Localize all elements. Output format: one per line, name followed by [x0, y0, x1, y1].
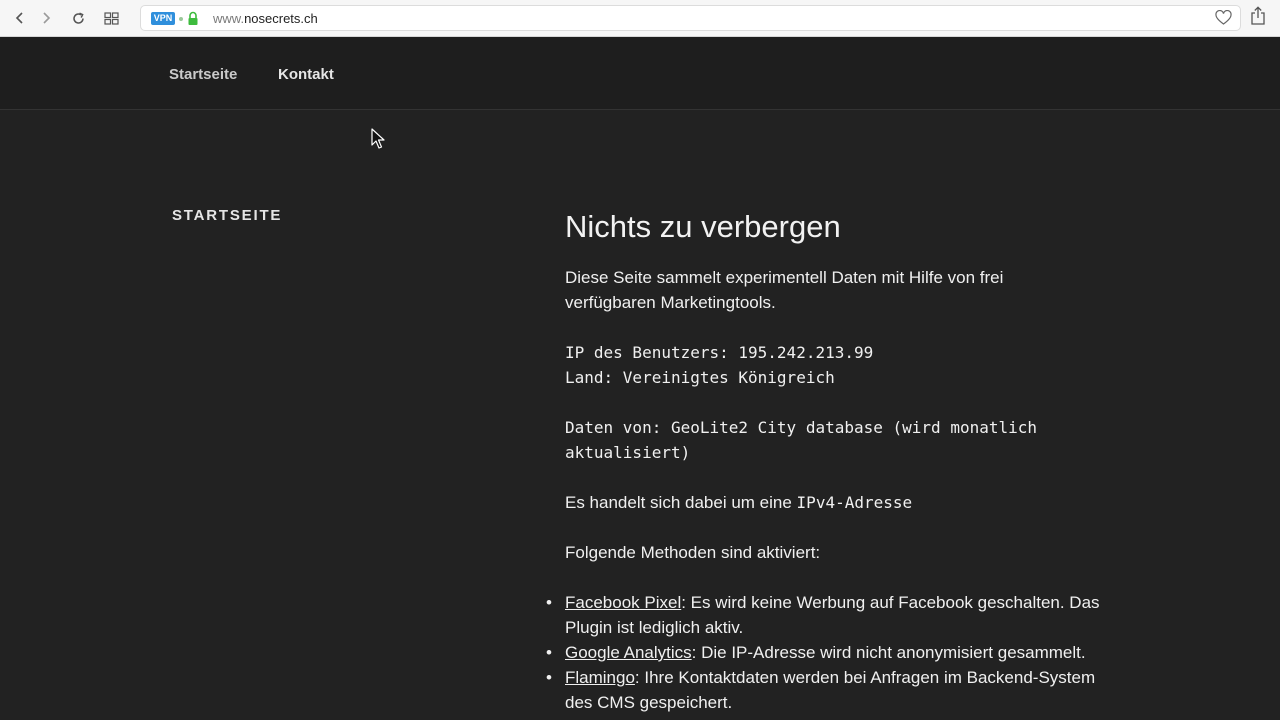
- list-item: Google Analytics: Die IP-Adresse wird ni…: [546, 640, 1125, 665]
- ip-version-text: Es handelt sich dabei um eine IPv4-Adres…: [565, 490, 1125, 515]
- methods-list: Facebook Pixel: Es wird keine Werbung au…: [546, 590, 1125, 715]
- methods-title: Folgende Methoden sind aktiviert:: [565, 543, 821, 562]
- country-text: Land: Vereinigtes Königreich: [565, 368, 835, 387]
- list-item: Flamingo: Ihre Kontaktdaten werden bei A…: [546, 665, 1125, 715]
- facebook-pixel-link[interactable]: Facebook Pixel: [565, 593, 681, 612]
- reload-icon[interactable]: [66, 6, 90, 30]
- section-title: STARTSEITE: [172, 207, 283, 224]
- flamingo-link[interactable]: Flamingo: [565, 668, 635, 687]
- browser-toolbar: VPN www.nosecrets.ch: [0, 0, 1280, 37]
- nav-link-kontakt[interactable]: Kontakt: [278, 66, 334, 84]
- forward-icon[interactable]: [34, 6, 58, 30]
- address-bar[interactable]: VPN www.nosecrets.ch: [140, 5, 1241, 31]
- method-desc: : Ihre Kontaktdaten werden bei Anfragen …: [634, 668, 1096, 687]
- lock-icon[interactable]: [187, 11, 199, 31]
- url-text[interactable]: www.nosecrets.ch: [213, 10, 318, 27]
- list-item: Facebook Pixel: Es wird keine Werbung au…: [546, 590, 1125, 640]
- url-prefix: www.: [213, 11, 245, 26]
- data-source-line-2: aktualisiert): [565, 443, 691, 462]
- main-content: Nichts zu verbergen Diese Seite sammelt …: [546, 205, 1125, 715]
- mouse-cursor-icon: [371, 128, 385, 155]
- google-analytics-link[interactable]: Google Analytics: [565, 643, 692, 662]
- method-desc-cont: des CMS gespeichert.: [565, 693, 733, 712]
- intro-line-2: verfügbaren Marketingtools.: [565, 293, 776, 312]
- url-domain: nosecrets.ch: [244, 11, 318, 26]
- tabs-grid-icon[interactable]: [99, 6, 123, 30]
- site-navigation: Startseite Kontakt: [0, 37, 1280, 110]
- method-desc: : Es wird keine Werbung auf Facebook ges…: [681, 593, 1100, 612]
- intro-line-1: Diese Seite sammelt experimentell Daten …: [565, 268, 1004, 287]
- share-icon[interactable]: [1250, 6, 1266, 31]
- vpn-status-dot: [179, 17, 183, 21]
- vpn-badge[interactable]: VPN: [151, 12, 175, 25]
- method-desc: : Die IP-Adresse wird nicht anonymisiert…: [691, 643, 1086, 662]
- method-desc-cont: Plugin ist lediglich aktiv.: [565, 618, 744, 637]
- ip-version-label: Es handelt sich dabei um eine: [565, 493, 792, 512]
- page-title: Nichts zu verbergen: [565, 209, 841, 244]
- back-icon[interactable]: [8, 6, 32, 30]
- ip-address-text: IP des Benutzers: 195.242.213.99: [565, 343, 874, 362]
- data-source-line-1: Daten von: GeoLite2 City database (wird …: [565, 418, 1038, 437]
- ip-version-value: IPv4-Adresse: [796, 493, 913, 512]
- nav-link-startseite[interactable]: Startseite: [169, 66, 237, 84]
- heart-icon[interactable]: [1215, 9, 1232, 31]
